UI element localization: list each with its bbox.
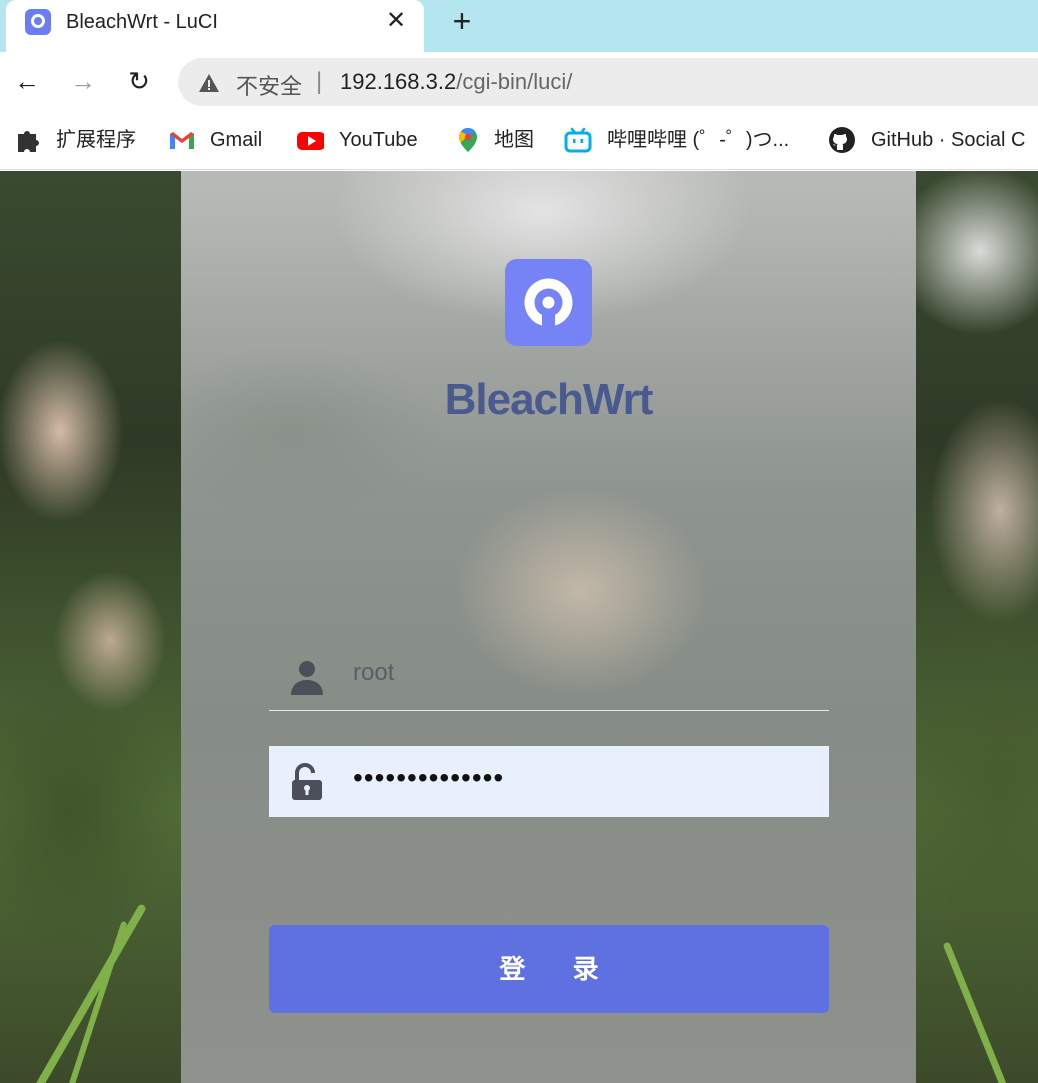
new-tab-icon[interactable]: + (446, 4, 478, 38)
bookmark-label: YouTube (339, 129, 418, 151)
grass-blade-decoration (60, 920, 128, 1083)
address-bar[interactable]: 不安全 | 192.168.3.2/cgi-bin/luci/ (178, 58, 1038, 106)
puzzle-icon (18, 131, 39, 152)
password-field[interactable]: •••••••••••••• (269, 746, 829, 817)
security-status[interactable]: 不安全 (236, 69, 302, 101)
url-text[interactable]: 192.168.3.2/cgi-bin/luci/ (340, 69, 572, 95)
youtube-icon (297, 132, 324, 150)
brand-name: BleachWrt (444, 375, 654, 424)
url-host: 192.168.3.2 (340, 69, 457, 94)
username-field[interactable]: root (269, 641, 829, 711)
bookmark-maps[interactable]: 地图 (454, 126, 544, 154)
unlocked-padlock-icon (292, 763, 322, 800)
login-page-background: BleachWrt root •••••••••••••• 登 录 (0, 171, 1038, 1083)
bookmark-github[interactable]: GitHub · Social C (828, 126, 1038, 154)
bleachwrt-logo-icon (505, 259, 592, 346)
reload-icon[interactable]: ↻ (124, 66, 154, 96)
bleachwrt-favicon-icon (25, 9, 51, 35)
grass-blade-decoration (942, 941, 1017, 1083)
user-icon (291, 661, 323, 695)
github-icon (829, 127, 855, 153)
bookmark-label: 哔哩哔哩 (゜-゜)つ... (607, 129, 790, 151)
bookmarks-bar: 扩展程序 Gmail YouTube 地图 哔哩哔哩 (゜-゜)つ... Git… (0, 112, 1038, 170)
warning-triangle-icon[interactable] (198, 72, 220, 94)
password-value[interactable]: •••••••••••••• (353, 762, 504, 794)
bilibili-icon (564, 127, 592, 153)
tab-strip: BleachWrt - LuCI ✕ + (0, 0, 1038, 52)
browser-toolbar: ← → ↻ 不安全 | 192.168.3.2/cgi-bin/luci/ (0, 52, 1038, 112)
forward-arrow-icon[interactable]: → (68, 66, 98, 96)
login-panel: BleachWrt root •••••••••••••• 登 录 (181, 171, 916, 1083)
bookmark-label: 扩展程序 (56, 129, 136, 151)
gmail-icon (170, 132, 194, 149)
url-path: /cgi-bin/luci/ (456, 69, 573, 94)
bookmark-gmail[interactable]: Gmail (168, 126, 278, 154)
username-value[interactable]: root (353, 659, 394, 687)
tab-title: BleachWrt - LuCI (66, 11, 218, 33)
back-arrow-icon[interactable]: ← (12, 66, 42, 96)
login-button[interactable]: 登 录 (269, 925, 829, 1013)
tab-close-icon[interactable]: ✕ (382, 6, 410, 36)
active-tab[interactable]: BleachWrt - LuCI ✕ (6, 0, 424, 52)
bookmark-bilibili[interactable]: 哔哩哔哩 (゜-゜)つ... (564, 126, 809, 154)
bookmark-youtube[interactable]: YouTube (296, 126, 436, 154)
bookmark-label: GitHub · Social C (871, 129, 1026, 151)
maps-pin-icon (459, 128, 477, 152)
url-separator: | (316, 68, 323, 95)
bookmark-label: Gmail (210, 129, 263, 151)
bookmark-label: 地图 (494, 129, 534, 151)
bookmark-extensions[interactable]: 扩展程序 (14, 126, 144, 154)
